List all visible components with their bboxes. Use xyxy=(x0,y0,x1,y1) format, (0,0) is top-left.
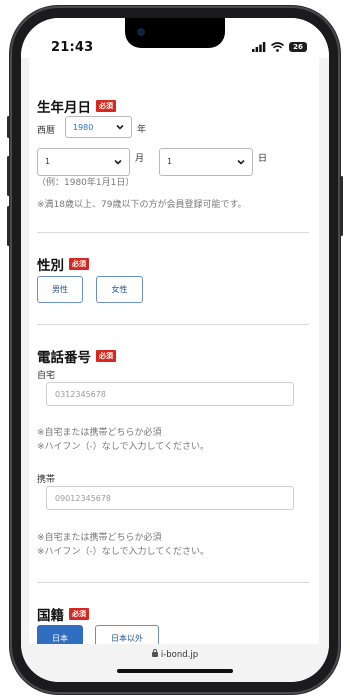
phone-section: 電話番号 必須 xyxy=(37,346,309,366)
chevron-down-icon xyxy=(116,124,124,130)
nationality-section: 国籍 必須 xyxy=(37,604,309,624)
mobile-note-2: ※ハイフン（-）なしで入力してください。 xyxy=(37,547,209,557)
birth-example: （例：1980年1月1日） xyxy=(37,178,135,188)
phone-title: 電話番号 xyxy=(37,350,91,366)
mobile-phone-input[interactable]: 09012345678 xyxy=(46,486,294,510)
chevron-down-icon xyxy=(114,159,122,165)
home-note-1: ※自宅または携帯どちらか必須 xyxy=(37,428,162,438)
month-value: 1 xyxy=(45,157,51,166)
gender-female-button[interactable]: 女性 xyxy=(96,276,143,303)
birth-title: 生年月日 xyxy=(37,100,91,116)
battery-icon: 26 xyxy=(289,42,307,52)
era-label: 西暦 xyxy=(37,126,56,136)
day-select[interactable]: 1 xyxy=(159,148,253,176)
status-icons: 26 xyxy=(252,42,307,52)
chevron-down-icon xyxy=(237,159,245,165)
power-button xyxy=(340,176,343,236)
home-phone-placeholder: 0312345678 xyxy=(55,390,106,399)
lock-icon xyxy=(151,649,158,657)
required-badge: 必須 xyxy=(96,350,116,362)
nationality-japan-button[interactable]: 日本 xyxy=(37,625,83,644)
form-content: 生年月日 必須 西暦 1980 年 1 月 1 日 （例：1980年1月1日） … xyxy=(29,58,319,644)
nationality-title: 国籍 xyxy=(37,608,64,624)
url-display: i-bond.jp xyxy=(21,649,329,660)
status-time: 21:43 xyxy=(51,40,94,55)
year-unit: 年 xyxy=(137,125,147,135)
day-unit: 日 xyxy=(258,154,268,164)
mute-switch xyxy=(7,116,10,138)
camera-icon xyxy=(137,28,145,36)
month-unit: 月 xyxy=(135,154,145,164)
notch xyxy=(125,18,225,48)
volume-down-button xyxy=(7,206,10,246)
home-note-2: ※ハイフン（-）なしで入力してください。 xyxy=(37,442,209,452)
browser-url-bar[interactable]: i-bond.jp xyxy=(21,644,329,682)
home-label: 自宅 xyxy=(37,371,56,381)
nationality-other-button[interactable]: 日本以外 xyxy=(95,625,159,644)
home-indicator[interactable] xyxy=(117,669,233,673)
phone-frame: 21:43 26 生年月日 必須 西暦 1980 年 1 月 1 日 （例：19… xyxy=(7,6,343,694)
divider xyxy=(37,232,309,233)
year-select[interactable]: 1980 xyxy=(65,116,132,138)
month-select[interactable]: 1 xyxy=(37,148,130,176)
required-badge: 必須 xyxy=(69,608,89,620)
gender-title: 性別 xyxy=(37,258,64,274)
day-value: 1 xyxy=(167,157,173,166)
wifi-icon xyxy=(271,42,284,52)
required-badge: 必須 xyxy=(96,100,116,112)
gender-section: 性別 必須 xyxy=(37,254,309,274)
divider xyxy=(37,582,309,583)
mobile-phone-placeholder: 09012345678 xyxy=(55,494,111,503)
url-text: i-bond.jp xyxy=(160,650,199,660)
volume-up-button xyxy=(7,156,10,196)
signal-icon xyxy=(252,42,266,52)
required-badge: 必須 xyxy=(69,258,89,270)
birth-section: 生年月日 必須 xyxy=(37,96,309,116)
year-value: 1980 xyxy=(73,123,94,132)
screen: 21:43 26 生年月日 必須 西暦 1980 年 1 月 1 日 （例：19… xyxy=(21,18,329,682)
mobile-note-1: ※自宅または携帯どちらか必須 xyxy=(37,533,162,543)
status-bar: 21:43 26 xyxy=(21,18,329,58)
mobile-label: 携帯 xyxy=(37,475,56,485)
divider xyxy=(37,324,309,325)
home-phone-input[interactable]: 0312345678 xyxy=(46,382,294,406)
gender-male-button[interactable]: 男性 xyxy=(37,276,83,303)
birth-note: ※満18歳以上、79歳以下の方が会員登録可能です。 xyxy=(37,200,247,210)
